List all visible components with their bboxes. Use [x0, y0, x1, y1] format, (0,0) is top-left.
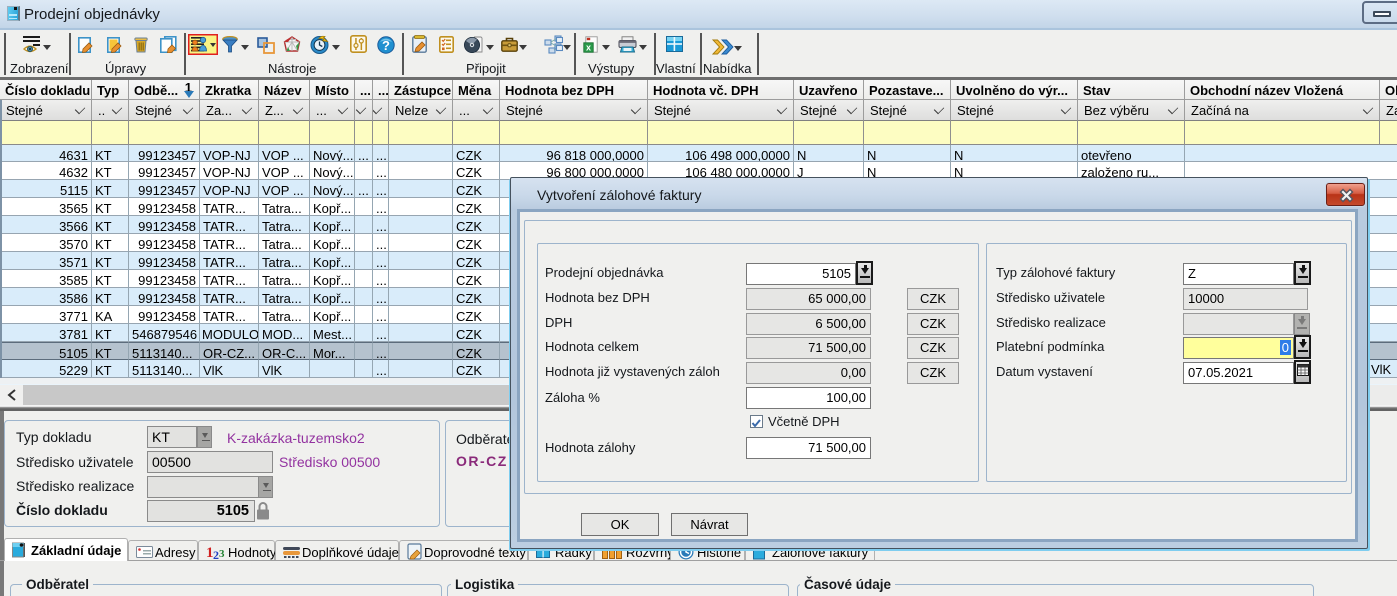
svg-text:x: x [586, 43, 591, 53]
svg-text:3: 3 [219, 548, 225, 560]
svg-text:?: ? [382, 38, 390, 53]
